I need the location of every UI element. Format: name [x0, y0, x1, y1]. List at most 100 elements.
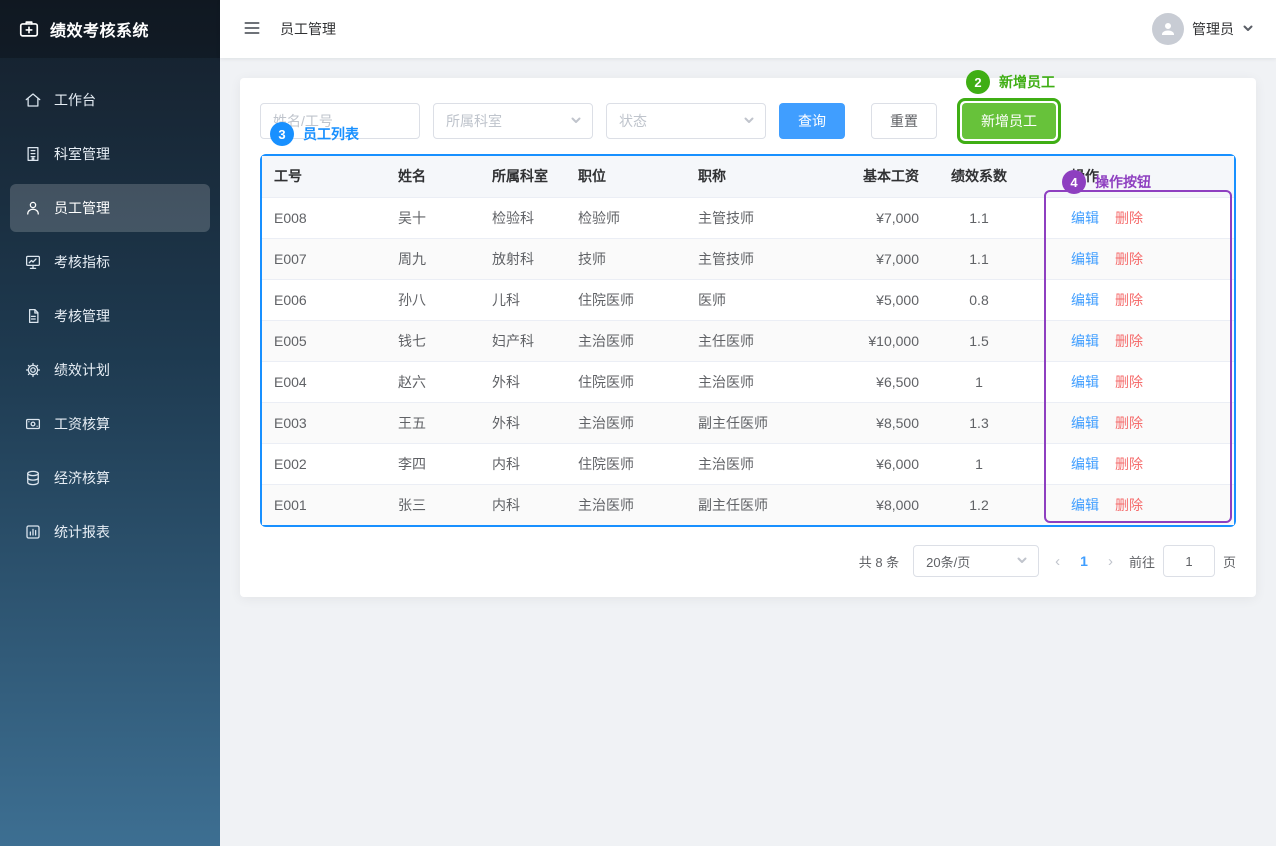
cell-name: 钱七 [386, 320, 480, 361]
cell-coefficient: 1.5 [931, 320, 1027, 361]
chevron-down-icon [570, 113, 582, 129]
sidebar-item-label: 工资核算 [54, 414, 110, 434]
edit-link[interactable]: 编辑 [1071, 292, 1099, 308]
sidebar-item-employees[interactable]: 员工管理 [10, 184, 210, 232]
cell-employee-id: E003 [262, 402, 386, 443]
cell-salary: ¥5,000 [851, 279, 931, 320]
delete-link[interactable]: 删除 [1115, 374, 1143, 390]
table-body: E008 吴十 检验科 检验师 主管技师 ¥7,000 1.1 编辑删除 E00… [262, 197, 1234, 525]
column-header: 操作 [1027, 156, 1234, 197]
delete-link[interactable]: 删除 [1115, 456, 1143, 472]
cell-department: 放射科 [480, 238, 566, 279]
sidebar-item-workbench[interactable]: 工作台 [10, 76, 210, 124]
sidebar-item-indicators[interactable]: 考核指标 [10, 238, 210, 286]
department-select[interactable]: 所属科室 [433, 103, 593, 139]
page-number-current[interactable]: 1 [1076, 553, 1092, 569]
annotation-box-table: 3 员工列表 工号 姓名 所属科室 [260, 154, 1236, 527]
medical-kit-icon [18, 18, 40, 40]
sidebar-item-label: 考核指标 [54, 252, 110, 272]
sidebar-item-plans[interactable]: 绩效计划 [10, 346, 210, 394]
annotation-badge: 2 [966, 70, 990, 94]
delete-link[interactable]: 删除 [1115, 415, 1143, 431]
edit-link[interactable]: 编辑 [1071, 251, 1099, 267]
edit-link[interactable]: 编辑 [1071, 456, 1099, 472]
annotation-marker-3: 3 员工列表 [270, 122, 359, 146]
annotation-box-add-button: 2 新增员工 新增员工 [957, 98, 1061, 144]
edit-link[interactable]: 编辑 [1071, 497, 1099, 513]
cell-employee-id: E006 [262, 279, 386, 320]
cell-employee-id: E001 [262, 484, 386, 525]
delete-link[interactable]: 删除 [1115, 292, 1143, 308]
cell-salary: ¥7,000 [851, 238, 931, 279]
table-row: E005 钱七 妇产科 主治医师 主任医师 ¥10,000 1.5 编辑删除 [262, 320, 1234, 361]
goto-page-input[interactable] [1163, 545, 1215, 577]
page-size-value: 20条/页 [926, 552, 970, 571]
cell-salary: ¥8,000 [851, 484, 931, 525]
annotation-label: 员工列表 [303, 124, 359, 144]
sidebar-item-departments[interactable]: 科室管理 [10, 130, 210, 178]
sidebar: 绩效考核系统 工作台 科室管理 员工管理 [0, 0, 220, 846]
table-row: E001 张三 内科 主治医师 副主任医师 ¥8,000 1.2 编辑删除 [262, 484, 1234, 525]
next-page-button[interactable]: › [1106, 553, 1115, 570]
avatar [1152, 13, 1184, 45]
column-header: 职称 [686, 156, 851, 197]
prev-page-button[interactable]: ‹ [1053, 553, 1062, 570]
add-employee-button[interactable]: 新增员工 [962, 103, 1056, 139]
cell-coefficient: 1 [931, 361, 1027, 402]
reset-button[interactable]: 重置 [871, 103, 937, 139]
column-header: 所属科室 [480, 156, 566, 197]
cell-department: 妇产科 [480, 320, 566, 361]
app-title: 绩效考核系统 [50, 17, 149, 41]
search-button[interactable]: 查询 [779, 103, 845, 139]
status-select-placeholder: 状态 [619, 111, 647, 131]
sidebar-menu: 工作台 科室管理 员工管理 考核指标 [0, 58, 220, 556]
cell-title: 副主任医师 [686, 402, 851, 443]
user-icon [24, 199, 42, 217]
table-row: E003 王五 外科 主治医师 副主任医师 ¥8,500 1.3 编辑删除 [262, 402, 1234, 443]
cell-name: 孙八 [386, 279, 480, 320]
sidebar-item-label: 工作台 [54, 90, 96, 110]
cell-position: 住院医师 [566, 361, 686, 402]
cell-position: 技师 [566, 238, 686, 279]
filter-bar: 所属科室 状态 查询 重置 2 新增员工 新增员工 [260, 98, 1236, 144]
sidebar-item-reports[interactable]: 统计报表 [10, 508, 210, 556]
delete-link[interactable]: 删除 [1115, 251, 1143, 267]
cell-title: 主治医师 [686, 361, 851, 402]
status-select[interactable]: 状态 [606, 103, 766, 139]
building-icon [24, 145, 42, 163]
edit-link[interactable]: 编辑 [1071, 415, 1099, 431]
edit-link[interactable]: 编辑 [1071, 374, 1099, 390]
table-header-row: 工号 姓名 所属科室 职位 职称 基本工资 绩效系数 操作 [262, 156, 1234, 197]
menu-toggle-icon[interactable] [242, 18, 262, 41]
chevron-down-icon [743, 113, 755, 129]
cell-title: 医师 [686, 279, 851, 320]
page-size-select[interactable]: 20条/页 [913, 545, 1039, 577]
cell-employee-id: E002 [262, 443, 386, 484]
user-menu[interactable]: 管理员 [1152, 13, 1254, 45]
annotation-marker-2: 2 新增员工 [966, 70, 1055, 94]
cell-name: 张三 [386, 484, 480, 525]
edit-link[interactable]: 编辑 [1071, 210, 1099, 226]
cell-coefficient: 0.8 [931, 279, 1027, 320]
table-row: E007 周九 放射科 技师 主管技师 ¥7,000 1.1 编辑删除 [262, 238, 1234, 279]
delete-link[interactable]: 删除 [1115, 210, 1143, 226]
employee-table: 工号 姓名 所属科室 职位 职称 基本工资 绩效系数 操作 [262, 156, 1234, 525]
cell-salary: ¥6,500 [851, 361, 931, 402]
edit-link[interactable]: 编辑 [1071, 333, 1099, 349]
pagination-total: 共 8 条 [859, 552, 899, 571]
cell-coefficient: 1 [931, 443, 1027, 484]
sidebar-item-assessments[interactable]: 考核管理 [10, 292, 210, 340]
sidebar-item-economy[interactable]: 经济核算 [10, 454, 210, 502]
table-row: E004 赵六 外科 住院医师 主治医师 ¥6,500 1 编辑删除 [262, 361, 1234, 402]
cell-department: 外科 [480, 361, 566, 402]
delete-link[interactable]: 删除 [1115, 497, 1143, 513]
breadcrumb: 员工管理 [280, 19, 336, 39]
database-icon [24, 469, 42, 487]
cell-department: 儿科 [480, 279, 566, 320]
delete-link[interactable]: 删除 [1115, 333, 1143, 349]
home-icon [24, 91, 42, 109]
cell-coefficient: 1.1 [931, 238, 1027, 279]
sidebar-item-salary[interactable]: 工资核算 [10, 400, 210, 448]
column-header: 基本工资 [851, 156, 931, 197]
cell-name: 赵六 [386, 361, 480, 402]
